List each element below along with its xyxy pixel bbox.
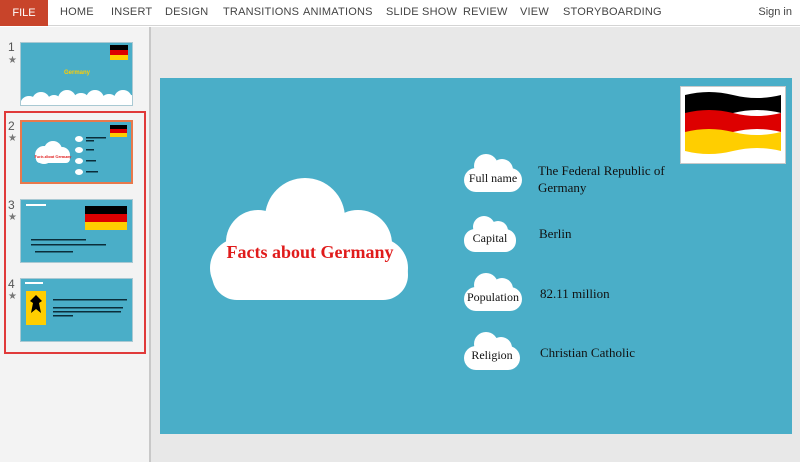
tab-view[interactable]: VIEW <box>520 0 549 26</box>
slide-thumbnail-3[interactable] <box>20 199 133 263</box>
item-label-capital: Capital <box>473 231 508 245</box>
slide-number-4: 4 <box>8 277 15 291</box>
tab-review[interactable]: REVIEW <box>463 0 508 26</box>
slide-4-preview <box>21 279 132 341</box>
file-tab[interactable]: FILE <box>0 0 48 26</box>
item-label-population: Population <box>467 290 519 304</box>
title-cloud: Facts about Germany <box>210 178 408 300</box>
slide-3-preview <box>21 200 132 262</box>
ribbon: FILE HOME INSERT DESIGN TRANSITIONS ANIM… <box>0 0 800 26</box>
tab-slide-show[interactable]: SLIDE SHOW <box>386 0 457 26</box>
full-name-label-cloud: Full name <box>464 154 522 192</box>
capital-label-cloud: Capital <box>464 216 516 252</box>
slide-thumbnail-1[interactable]: Germany <box>20 42 133 106</box>
item-value-full-name: The Federal Republic of Germany <box>538 163 665 195</box>
religion-label-cloud: Religion <box>464 332 520 370</box>
slide-thumbnail-4[interactable] <box>20 278 133 342</box>
tab-home[interactable]: HOME <box>60 0 94 26</box>
current-slide[interactable]: Facts about Germany Full name The Federa… <box>160 78 792 434</box>
slide-1-preview: Germany <box>21 43 132 105</box>
item-label-religion: Religion <box>471 348 512 362</box>
tab-storyboarding[interactable]: STORYBOARDING <box>563 0 662 26</box>
item-value-religion: Christian Catholic <box>540 345 635 360</box>
sign-in-link[interactable]: Sign in <box>758 0 792 26</box>
item-label-full-name: Full name <box>469 171 517 185</box>
slide-1-star-icon: ★ <box>8 55 17 66</box>
slide-2-title: Facts about Germany <box>34 154 71 159</box>
population-label-cloud: Population <box>464 273 522 311</box>
slide-number-3: 3 <box>8 198 15 212</box>
tab-transitions[interactable]: TRANSITIONS <box>223 0 299 26</box>
slide-4-star-icon: ★ <box>8 291 17 302</box>
tab-insert[interactable]: INSERT <box>111 0 152 26</box>
slide-3-star-icon: ★ <box>8 212 17 223</box>
item-value-population: 82.11 million <box>540 286 610 301</box>
slide-number-2: 2 <box>8 119 15 133</box>
germany-flag-icon <box>685 92 781 154</box>
slide-title: Facts about Germany <box>227 242 394 262</box>
germany-flag-image <box>680 86 786 164</box>
slide-number-1: 1 <box>8 40 15 54</box>
slide-2-star-icon: ★ <box>8 133 17 144</box>
tab-animations[interactable]: ANIMATIONS <box>303 0 373 26</box>
slide-thumbnail-2[interactable]: Facts about Germany <box>20 120 133 184</box>
item-value-capital: Berlin <box>539 226 572 241</box>
tab-design[interactable]: DESIGN <box>165 0 208 26</box>
slide-1-title: Germany <box>64 70 91 76</box>
slide-2-preview: Facts about Germany <box>22 122 131 182</box>
